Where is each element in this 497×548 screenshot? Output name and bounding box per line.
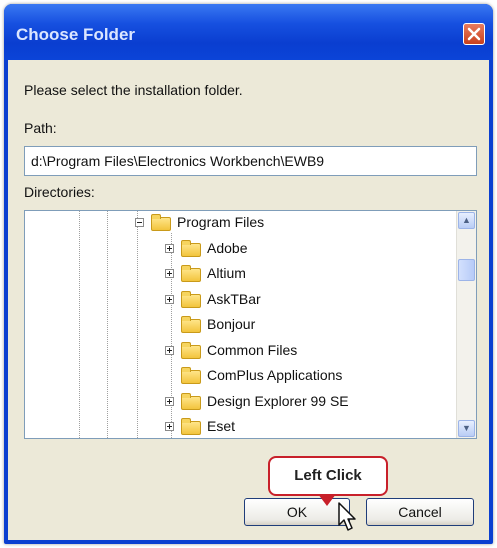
tree-item-label: Altium xyxy=(207,265,246,281)
vertical-scrollbar[interactable]: ▲ ▼ xyxy=(456,211,476,438)
tree-item-label: AskTBar xyxy=(207,290,261,307)
close-icon xyxy=(467,27,481,41)
tree-item-label: Program Files xyxy=(177,214,265,230)
folder-icon xyxy=(181,290,201,308)
tree-item-label: Adobe xyxy=(207,239,248,256)
tree-item[interactable]: Common Files xyxy=(25,341,455,363)
scroll-thumb[interactable] xyxy=(458,259,475,281)
expander-icon[interactable] xyxy=(165,243,174,253)
title-bar[interactable]: Choose Folder xyxy=(4,4,493,60)
tree-item[interactable]: Adobe xyxy=(25,239,455,261)
expander-icon[interactable] xyxy=(165,396,174,406)
path-input[interactable]: d:\Program Files\Electronics Workbench\E… xyxy=(24,146,477,176)
directories-label: Directories: xyxy=(24,184,95,200)
folder-icon xyxy=(151,214,171,231)
expander-icon[interactable] xyxy=(135,218,144,227)
tree-item[interactable]: ComPlus Applications xyxy=(25,366,455,388)
folder-icon xyxy=(181,418,201,435)
expander-icon[interactable] xyxy=(165,422,174,431)
tree-item-label: Common Files xyxy=(207,341,298,358)
left-click-callout: Left Click xyxy=(268,456,388,496)
tree-item[interactable]: Altium xyxy=(25,264,455,286)
folder-icon xyxy=(181,265,201,282)
tree-item-label: Bonjour xyxy=(207,316,256,332)
tree-item[interactable]: Design Explorer 99 SE xyxy=(25,392,455,414)
folder-icon xyxy=(181,341,201,359)
expander-icon[interactable] xyxy=(165,294,174,304)
tree-item-label: Design Explorer 99 SE xyxy=(207,392,349,409)
directory-tree[interactable]: Program Files Adobe Altium AskTBar Bonjour Co… xyxy=(24,210,477,439)
tree-item[interactable]: Program Files xyxy=(25,213,455,235)
dialog-title: Choose Folder xyxy=(16,25,136,44)
expander-icon[interactable] xyxy=(165,269,174,278)
path-label: Path: xyxy=(24,120,57,136)
instruction-text: Please select the installation folder. xyxy=(24,82,243,98)
folder-icon xyxy=(181,316,201,333)
scroll-down-icon[interactable]: ▼ xyxy=(458,420,475,437)
expander-icon[interactable] xyxy=(165,345,174,355)
tree-item[interactable]: AskTBar xyxy=(25,290,455,312)
folder-icon xyxy=(181,239,201,257)
mouse-cursor-icon xyxy=(338,502,356,531)
scroll-up-icon[interactable]: ▲ xyxy=(458,212,475,229)
tree-item-label: Eset xyxy=(207,418,236,434)
folder-icon xyxy=(181,367,201,384)
dialog-body: Please select the installation folder. P… xyxy=(8,60,489,540)
tree-item-label: ComPlus Applications xyxy=(207,367,343,383)
tree-item[interactable]: Eset xyxy=(25,417,455,438)
close-button[interactable] xyxy=(463,23,485,45)
folder-icon xyxy=(181,392,201,410)
cancel-button[interactable]: Cancel xyxy=(366,498,474,526)
choose-folder-dialog: Choose Folder Please select the installa… xyxy=(4,4,493,544)
tree-item[interactable]: Bonjour xyxy=(25,315,455,337)
callout-pointer xyxy=(318,494,336,506)
